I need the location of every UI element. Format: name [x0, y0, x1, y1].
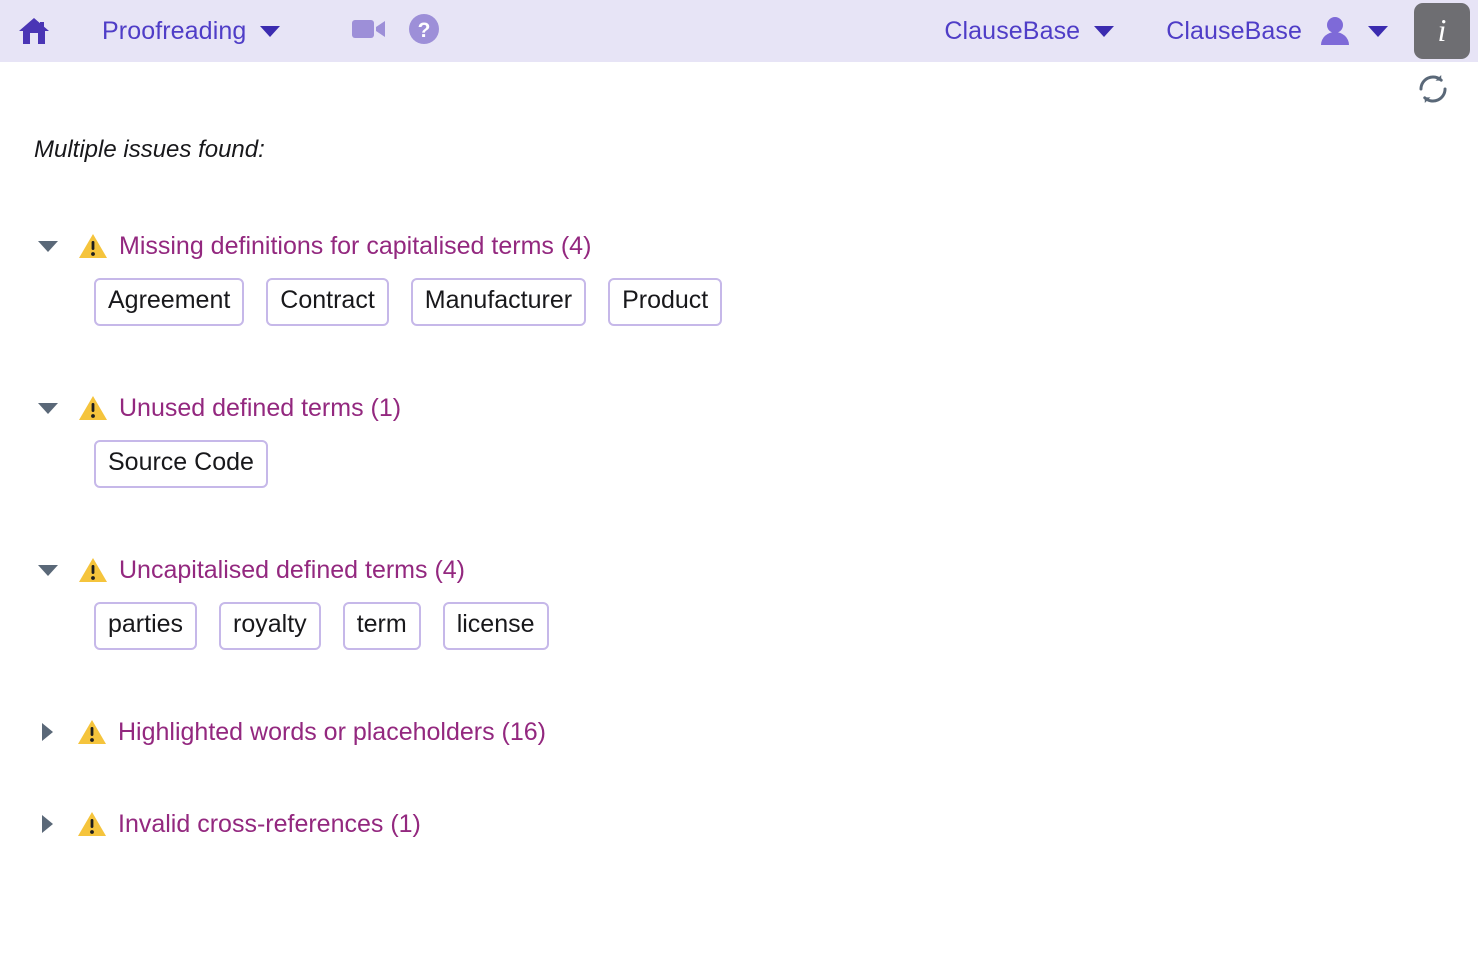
chevron-down-icon[interactable] — [260, 25, 281, 37]
triangle-down-icon[interactable] — [38, 402, 58, 414]
issue-term-list: parties royalty term license — [34, 602, 1478, 650]
user-icon — [1318, 15, 1352, 47]
issue-group-title: Missing definitions for capitalised term… — [119, 231, 592, 260]
triangle-down-icon[interactable] — [38, 240, 58, 252]
warning-triangle-icon — [78, 556, 108, 584]
issue-group: Missing definitions for capitalised term… — [34, 220, 1478, 326]
workspace-menu[interactable]: ClauseBase — [944, 16, 1115, 46]
issue-term-chip[interactable]: Product — [608, 278, 723, 326]
issue-group-header[interactable]: Missing definitions for capitalised term… — [34, 220, 1478, 272]
issue-term-chip[interactable]: Agreement — [94, 278, 245, 326]
module-menu-label: Proofreading — [102, 16, 247, 45]
triangle-right-icon[interactable] — [42, 723, 53, 741]
issue-group-header[interactable]: Uncapitalised defined terms (4) — [34, 544, 1478, 596]
header-left-cluster: Proofreading ? — [14, 11, 440, 51]
issue-term-chip[interactable]: royalty — [219, 602, 321, 650]
issue-group-header[interactable]: Invalid cross-references (1) — [34, 798, 1478, 850]
help-circle-icon: ? — [408, 13, 440, 50]
issue-term-chip[interactable]: term — [342, 602, 421, 650]
warning-triangle-icon — [78, 394, 108, 422]
proofreading-results: Multiple issues found: Missing definitio… — [0, 136, 1478, 850]
info-button[interactable]: i — [1414, 3, 1470, 59]
svg-text:?: ? — [418, 19, 431, 42]
issue-group: Highlighted words or placeholders (16) — [34, 706, 1478, 758]
issue-group-header[interactable]: Highlighted words or placeholders (16) — [34, 706, 1478, 758]
workspace-menu-label: ClauseBase — [944, 16, 1081, 45]
refresh-icon — [1416, 72, 1450, 111]
issue-term-list: Agreement Contract Manufacturer Product — [34, 278, 1478, 326]
triangle-down-icon[interactable] — [38, 564, 58, 576]
chevron-down-icon[interactable] — [1094, 25, 1115, 37]
header-right-cluster: ClauseBase ClauseBase i — [944, 0, 1478, 62]
app-header: Proofreading ? ClauseBase ClauseBase i — [0, 0, 1478, 62]
issue-group: Invalid cross-references (1) — [34, 798, 1478, 850]
issue-group-title: Invalid cross-references (1) — [118, 809, 421, 838]
module-menu[interactable]: Proofreading — [102, 16, 281, 46]
issue-term-chip[interactable]: Source Code — [94, 440, 268, 488]
panel-toolbar — [0, 62, 1478, 120]
chevron-down-icon[interactable] — [1368, 25, 1388, 37]
issue-term-chip[interactable]: Manufacturer — [410, 278, 587, 326]
warning-triangle-icon — [77, 810, 107, 838]
issue-group: Uncapitalised defined terms (4) parties … — [34, 544, 1478, 650]
home-button[interactable] — [14, 11, 54, 51]
triangle-right-icon[interactable] — [42, 815, 53, 833]
info-icon: i — [1437, 12, 1447, 48]
issue-term-chip[interactable]: license — [442, 602, 549, 650]
results-heading: Multiple issues found: — [34, 136, 265, 163]
issue-group: Unused defined terms (1) Source Code — [34, 382, 1478, 488]
issue-term-chip[interactable]: Contract — [266, 278, 389, 326]
account-menu-label: ClauseBase — [1166, 16, 1302, 45]
refresh-button[interactable] — [1416, 72, 1450, 111]
account-menu[interactable]: ClauseBase — [1166, 15, 1388, 47]
home-icon — [17, 15, 51, 47]
issue-group-header[interactable]: Unused defined terms (1) — [34, 382, 1478, 434]
issue-term-list: Source Code — [34, 440, 1478, 488]
help-button[interactable]: ? — [408, 13, 440, 50]
video-camera-icon — [352, 17, 386, 46]
issue-group-title: Uncapitalised defined terms (4) — [119, 555, 465, 584]
issue-group-title: Highlighted words or placeholders (16) — [118, 717, 547, 746]
issue-group-title: Unused defined terms (1) — [119, 393, 402, 422]
issue-term-chip[interactable]: parties — [94, 602, 198, 650]
warning-triangle-icon — [77, 718, 107, 746]
warning-triangle-icon — [78, 232, 108, 260]
video-button[interactable] — [352, 17, 386, 46]
